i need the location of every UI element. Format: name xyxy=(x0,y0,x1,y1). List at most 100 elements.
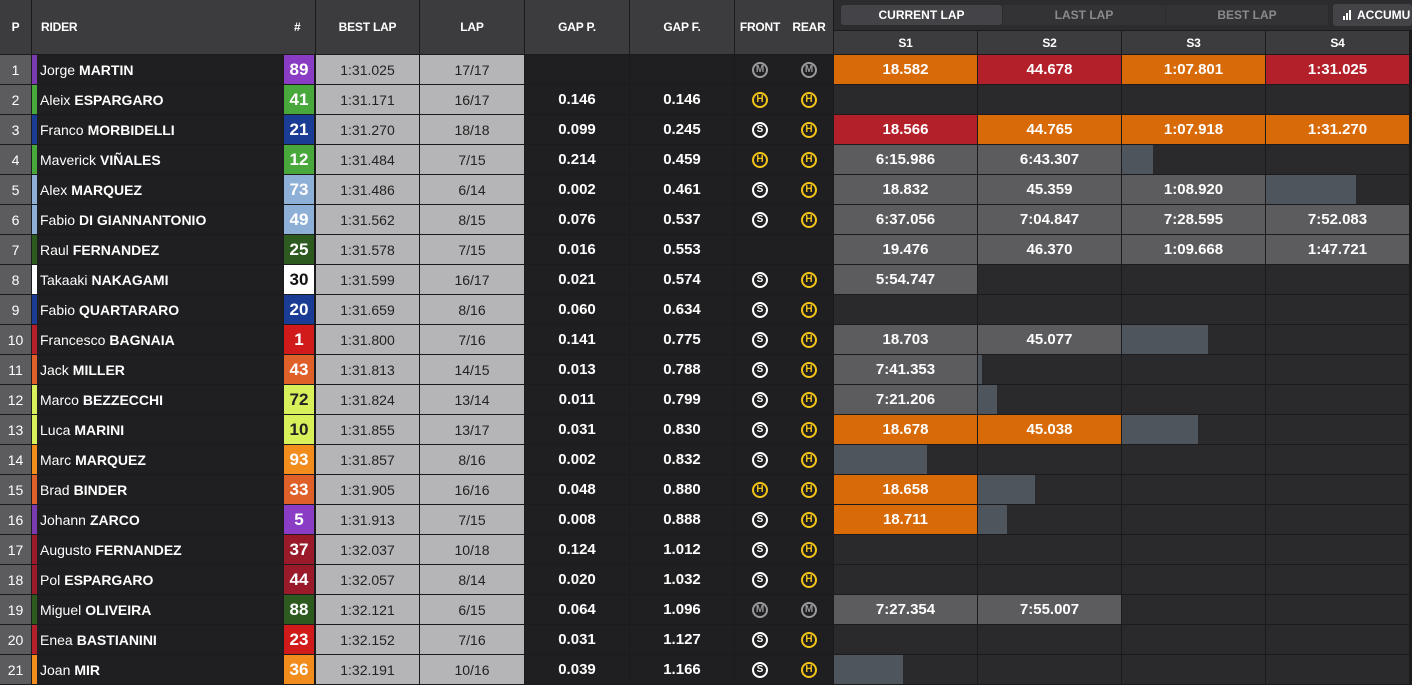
table-row[interactable]: 21 Joan MIR 36 1:32.191 10/16 0.039 1.166 S H xyxy=(0,655,1412,685)
rider-name[interactable]: Raul FERNANDEZ xyxy=(32,235,283,264)
rider-name[interactable]: Joan MIR xyxy=(32,655,283,684)
row-position: 14 xyxy=(0,445,31,474)
tab-best-lap[interactable]: BEST LAP xyxy=(1166,5,1328,25)
rider-number-badge: 20 xyxy=(284,295,314,324)
table-row[interactable]: 13 Luca MARINI 10 1:31.855 13/17 0.031 0.830 S H 1… xyxy=(0,415,1412,445)
soft-tyre-icon: S xyxy=(752,331,768,348)
team-color-stripe xyxy=(32,475,37,504)
rider-name[interactable]: Alex MARQUEZ xyxy=(32,175,283,204)
table-row[interactable]: 19 Miguel OLIVEIRA 88 1:32.121 6/15 0.064 1.096… xyxy=(0,595,1412,625)
gap-previous: 0.011 xyxy=(525,385,629,414)
sector-3-time xyxy=(1122,445,1265,474)
rider-name[interactable]: Franco MORBIDELLI xyxy=(32,115,283,144)
table-row[interactable]: 9 Fabio QUARTARARO 20 1:31.659 8/16 0.060 0.634… xyxy=(0,295,1412,325)
table-row[interactable]: 11 Jack MILLER 43 1:31.813 14/15 0.013 0.788 S H 7… xyxy=(0,355,1412,385)
table-row[interactable]: 14 Marc MARQUEZ 93 1:31.857 8/16 0.002 0.832 S H xyxy=(0,445,1412,475)
rider-name[interactable]: Miguel OLIVEIRA xyxy=(32,595,283,624)
sector-time-text: 44.678 xyxy=(1026,61,1073,78)
sector-2-time xyxy=(978,655,1121,684)
lap-count: 16/17 xyxy=(420,265,524,294)
gap-previous: 0.124 xyxy=(525,535,629,564)
sector-1-time xyxy=(834,445,977,474)
sector-2-time xyxy=(978,565,1121,594)
table-row[interactable]: 4 Maverick VIÑALES 12 1:31.484 7/15 0.214 0.459… xyxy=(0,145,1412,175)
gap-previous: 0.060 xyxy=(525,295,629,324)
tab-last-lap[interactable]: LAST LAP xyxy=(1003,5,1165,25)
rider-name[interactable]: Luca MARINI xyxy=(32,415,283,444)
rider-name[interactable]: Johann ZARCO xyxy=(32,505,283,534)
sector-1-time xyxy=(834,655,977,684)
sector-progress-bar xyxy=(978,355,982,384)
best-lap-time: 1:31.905 xyxy=(316,475,419,504)
rider-first-name: Brad xyxy=(40,481,70,498)
sector-3-time: 1:07.801 xyxy=(1122,55,1265,84)
rider-last-name: MARQUEZ xyxy=(71,181,143,198)
sector-1-time: 18.566 xyxy=(834,115,977,144)
table-row[interactable]: 1 Jorge MARTIN 89 1:31.025 17/17 M M 18.582 44.67… xyxy=(0,55,1412,85)
rider-name[interactable]: Aleix ESPARGARO xyxy=(32,85,283,114)
rider-name[interactable]: Marc MARQUEZ xyxy=(32,445,283,474)
table-row[interactable]: 5 Alex MARQUEZ 73 1:31.486 6/14 0.002 0.461 S H 18… xyxy=(0,175,1412,205)
tab-current-lap[interactable]: CURRENT LAP xyxy=(841,5,1002,25)
table-row[interactable]: 15 Brad BINDER 33 1:31.905 16/16 0.048 0.880 H H 1… xyxy=(0,475,1412,505)
table-row[interactable]: 16 Johann ZARCO 5 1:31.913 7/15 0.008 0.888 S H 18… xyxy=(0,505,1412,535)
sector-progress-bar xyxy=(1266,175,1356,204)
table-row[interactable]: 18 Pol ESPARGARO 44 1:32.057 8/14 0.020 1.032 S H xyxy=(0,565,1412,595)
sector-3-time: 7:28.595 xyxy=(1122,205,1265,234)
lap-count: 7/16 xyxy=(420,625,524,654)
team-color-stripe xyxy=(32,325,37,354)
rider-name[interactable]: Marco BEZZECCHI xyxy=(32,385,283,414)
lap-count: 16/16 xyxy=(420,475,524,504)
sector-1-time: 19.476 xyxy=(834,235,977,264)
sector-4-time xyxy=(1266,175,1409,204)
rider-number-badge: 5 xyxy=(284,505,314,534)
table-row[interactable]: 20 Enea BASTIANINI 23 1:32.152 7/16 0.031 1.127… xyxy=(0,625,1412,655)
best-lap-time: 1:31.824 xyxy=(316,385,419,414)
row-position: 3 xyxy=(0,115,31,144)
front-tyre-cell: H xyxy=(735,475,785,504)
gap-first: 1.032 xyxy=(630,565,734,594)
sector-4-time xyxy=(1266,655,1409,684)
table-row[interactable]: 8 Takaaki NAKAGAMI 30 1:31.599 16/17 0.021 0.57… xyxy=(0,265,1412,295)
sector-2-time: 46.370 xyxy=(978,235,1121,264)
rider-last-name: OLIVEIRA xyxy=(85,601,152,618)
table-row[interactable]: 3 Franco MORBIDELLI 21 1:31.270 18/18 0.099 0.2… xyxy=(0,115,1412,145)
sector-3-time xyxy=(1122,415,1265,444)
sector-time-text: 7:28.595 xyxy=(1163,211,1224,228)
table-row[interactable]: 6 Fabio DI GIANNANTONIO 49 1:31.562 8/15 0.076… xyxy=(0,205,1412,235)
rear-tyre-cell xyxy=(785,235,833,264)
rider-name[interactable]: Augusto FERNANDEZ xyxy=(32,535,283,564)
best-lap-time: 1:32.152 xyxy=(316,625,419,654)
lap-count: 8/16 xyxy=(420,295,524,324)
rider-name[interactable]: Enea BASTIANINI xyxy=(32,625,283,654)
rider-name[interactable]: Pol ESPARGARO xyxy=(32,565,283,594)
tab-accumulated[interactable]: ACCUMU xyxy=(1333,4,1412,26)
rear-tyre-cell: H xyxy=(785,475,833,504)
lap-count: 10/16 xyxy=(420,655,524,684)
sector-time-text: 7:41.353 xyxy=(875,361,936,378)
rider-name[interactable]: Fabio DI GIANNANTONIO xyxy=(32,205,283,234)
rear-tyre-cell: H xyxy=(785,175,833,204)
rider-name[interactable]: Takaaki NAKAGAMI xyxy=(32,265,283,294)
sector-time-text: 1:31.270 xyxy=(1307,121,1368,138)
table-row[interactable]: 17 Augusto FERNANDEZ 37 1:32.037 10/18 0.124 1.… xyxy=(0,535,1412,565)
rider-name[interactable]: Maverick VIÑALES xyxy=(32,145,283,174)
sector-time-text: 1:08.920 xyxy=(1163,181,1224,198)
rider-name[interactable]: Francesco BAGNAIA xyxy=(32,325,283,354)
rider-name[interactable]: Brad BINDER xyxy=(32,475,283,504)
rider-name[interactable]: Jorge MARTIN xyxy=(32,55,283,84)
table-row[interactable]: 7 Raul FERNANDEZ 25 1:31.578 7/15 0.016 0.553 19… xyxy=(0,235,1412,265)
header-num: # xyxy=(294,20,301,34)
table-row[interactable]: 12 Marco BEZZECCHI 72 1:31.824 13/14 0.011 0.79… xyxy=(0,385,1412,415)
row-position: 21 xyxy=(0,655,31,684)
best-lap-time: 1:31.270 xyxy=(316,115,419,144)
table-row[interactable]: 10 Francesco BAGNAIA 1 1:31.800 7/16 0.141 0.77… xyxy=(0,325,1412,355)
soft-tyre-icon: S xyxy=(752,511,768,528)
gap-previous: 0.076 xyxy=(525,205,629,234)
rider-name[interactable]: Jack MILLER xyxy=(32,355,283,384)
rider-name[interactable]: Fabio QUARTARARO xyxy=(32,295,283,324)
soft-tyre-icon: S xyxy=(752,541,768,558)
best-lap-time: 1:32.037 xyxy=(316,535,419,564)
table-row[interactable]: 2 Aleix ESPARGARO 41 1:31.171 16/17 0.146 0.146… xyxy=(0,85,1412,115)
rider-last-name: ESPARGARO xyxy=(74,91,164,108)
